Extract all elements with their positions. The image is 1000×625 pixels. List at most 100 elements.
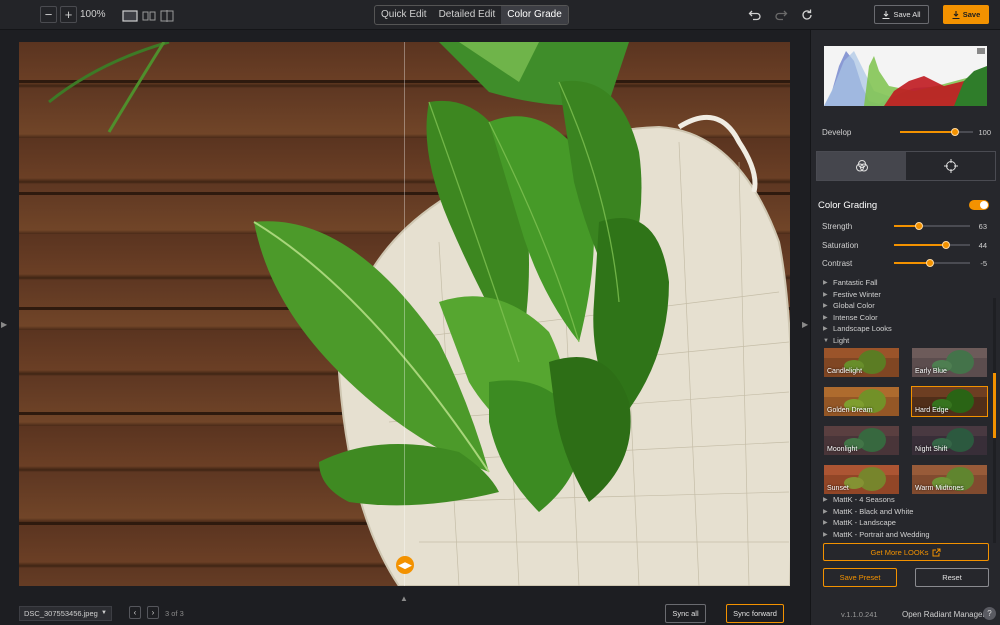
chevron-down-icon: ▼: [101, 610, 107, 616]
preset-group-mattk-landscape[interactable]: ▶ MattK - Landscape: [823, 518, 896, 527]
preset-thumbnail[interactable]: Moonlight: [823, 425, 900, 456]
right-panel: Develop 100 Color Grading Strength 63 Sa…: [810, 30, 1000, 625]
reset-button[interactable]: Reset: [915, 568, 989, 587]
download-icon: [952, 10, 960, 19]
save-preset-button[interactable]: Save Preset: [823, 568, 897, 587]
previous-image-button[interactable]: ‹: [129, 606, 141, 619]
caret-right-icon: ▶: [823, 292, 828, 298]
slider-knob[interactable]: [950, 128, 959, 136]
preset-group-mattk-4-seasons[interactable]: ▶ MattK - 4 Seasons: [823, 495, 895, 504]
get-more-looks-label: Get More LOOKs: [870, 547, 929, 557]
color-grading-toggle[interactable]: [969, 200, 989, 210]
develop-label: Develop: [822, 128, 852, 137]
preset-group-light[interactable]: ▼ Light: [823, 336, 849, 345]
preset-label: Sunset: [827, 485, 849, 492]
next-image-button[interactable]: ›: [147, 606, 159, 619]
open-radiant-manager-link[interactable]: Open Radiant Manager: [902, 610, 985, 619]
presets-scrollbar[interactable]: [993, 298, 996, 543]
external-link-icon: [932, 548, 941, 556]
slider-knob[interactable]: [915, 222, 924, 230]
split-handle-icon[interactable]: ◀▶: [396, 556, 414, 574]
slider-knob[interactable]: [925, 259, 934, 267]
sync-all-button[interactable]: Sync all: [665, 604, 706, 623]
preset-label: Hard Edge: [915, 407, 949, 414]
photo-canvas[interactable]: [19, 42, 790, 586]
save-all-button[interactable]: Save All: [874, 5, 929, 24]
preset-group-landscape-looks[interactable]: ▶ Landscape Looks: [823, 324, 892, 333]
preset-group-festive-winter[interactable]: ▶ Festive Winter: [823, 290, 881, 299]
caret-right-icon: ▶: [823, 326, 828, 332]
reset-rotate-icon[interactable]: [800, 8, 814, 22]
slider-fill: [894, 262, 930, 264]
contrast-value: -5: [980, 259, 987, 268]
crosshair-icon: [943, 159, 958, 173]
tab-color-wheels[interactable]: [817, 152, 906, 180]
edit-mode-switch: Quick Edit Detailed Edit Color Grade: [374, 5, 569, 25]
saturation-label: Saturation: [822, 241, 859, 250]
scrollbar-thumb[interactable]: [993, 373, 996, 438]
preset-group-label: MattK - 4 Seasons: [833, 495, 895, 504]
caret-right-icon: ▶: [823, 532, 828, 538]
tab-target[interactable]: [906, 152, 995, 180]
side-by-side-view-icon[interactable]: [142, 10, 156, 22]
strength-value: 63: [978, 222, 987, 231]
preset-label: Warm Midtones: [915, 485, 964, 492]
preset-group-mattk-black-and-white[interactable]: ▶ MattK - Black and White: [823, 507, 913, 516]
preset-label: Early Blue: [915, 368, 947, 375]
slider-fill: [894, 244, 947, 246]
preset-group-label: Festive Winter: [833, 290, 881, 299]
before-after-split-line[interactable]: [404, 42, 405, 586]
contrast-slider[interactable]: [894, 259, 970, 267]
file-select-value: DSC_307553456.jpeg: [24, 609, 98, 618]
tab-quick-edit[interactable]: Quick Edit: [375, 6, 433, 24]
preset-group-intense-color[interactable]: ▶ Intense Color: [823, 313, 878, 322]
preset-group-label: Landscape Looks: [833, 324, 892, 333]
color-circles-icon: [855, 160, 868, 172]
sync-forward-button[interactable]: Sync forward: [726, 604, 784, 623]
left-panel-toggle-icon[interactable]: ▶: [1, 320, 7, 329]
panel-tabs: [816, 151, 996, 181]
caret-right-icon: ▶: [823, 509, 828, 515]
preset-thumbnail[interactable]: Sunset: [823, 464, 900, 495]
file-select[interactable]: DSC_307553456.jpeg ▼: [19, 606, 112, 621]
preset-thumbnail[interactable]: Early Blue: [911, 347, 988, 378]
zoom-out-button[interactable]: −: [40, 6, 57, 23]
preset-thumbnail[interactable]: Golden Dream: [823, 386, 900, 417]
tab-detailed-edit[interactable]: Detailed Edit: [433, 6, 502, 24]
right-panel-toggle-icon[interactable]: ▶: [802, 320, 808, 329]
preset-label: Golden Dream: [827, 407, 873, 414]
preset-thumbnail[interactable]: Warm Midtones: [911, 464, 988, 495]
zoom-in-button[interactable]: +: [60, 6, 77, 23]
filmstrip-toggle-icon[interactable]: ▲: [400, 594, 408, 603]
strength-slider[interactable]: [894, 222, 970, 230]
saturation-slider[interactable]: [894, 241, 970, 249]
preset-group-label: MattK - Black and White: [833, 507, 914, 516]
develop-value: 100: [978, 128, 991, 137]
caret-down-icon: ▼: [823, 337, 829, 344]
preset-label: Moonlight: [827, 446, 858, 453]
version-label: v.1.1.0.241: [841, 610, 878, 619]
zoom-level: 100%: [80, 9, 106, 20]
tab-color-grade[interactable]: Color Grade: [501, 6, 568, 24]
preset-group-label: Light: [833, 336, 850, 345]
preset-group-label: Intense Color: [833, 313, 878, 322]
undo-icon[interactable]: [748, 8, 762, 22]
preset-thumbnail-selected[interactable]: Hard Edge: [911, 386, 988, 417]
save-button[interactable]: Save: [943, 5, 989, 24]
redo-icon[interactable]: [774, 8, 788, 22]
caret-right-icon: ▶: [823, 497, 828, 503]
preset-group-label: MattK - Landscape: [833, 518, 896, 527]
preset-group-fantastic-fall[interactable]: ▶ Fantastic Fall: [823, 278, 878, 287]
split-view-icon[interactable]: [160, 10, 174, 22]
preset-thumbnail[interactable]: Candlelight: [823, 347, 900, 378]
help-icon[interactable]: ?: [983, 607, 996, 620]
slider-fill: [900, 131, 955, 133]
develop-slider[interactable]: [900, 128, 973, 136]
single-view-icon[interactable]: [122, 10, 138, 22]
preset-group-global-color[interactable]: ▶ Global Color: [823, 301, 875, 310]
preset-thumbnail[interactable]: Night Shift: [911, 425, 988, 456]
slider-knob[interactable]: [942, 241, 951, 249]
preset-group-mattk-portrait-and-wedding[interactable]: ▶ MattK - Portrait and Wedding: [823, 530, 930, 539]
get-more-looks-button[interactable]: Get More LOOKs: [823, 543, 989, 561]
preset-label: Candlelight: [827, 368, 863, 375]
